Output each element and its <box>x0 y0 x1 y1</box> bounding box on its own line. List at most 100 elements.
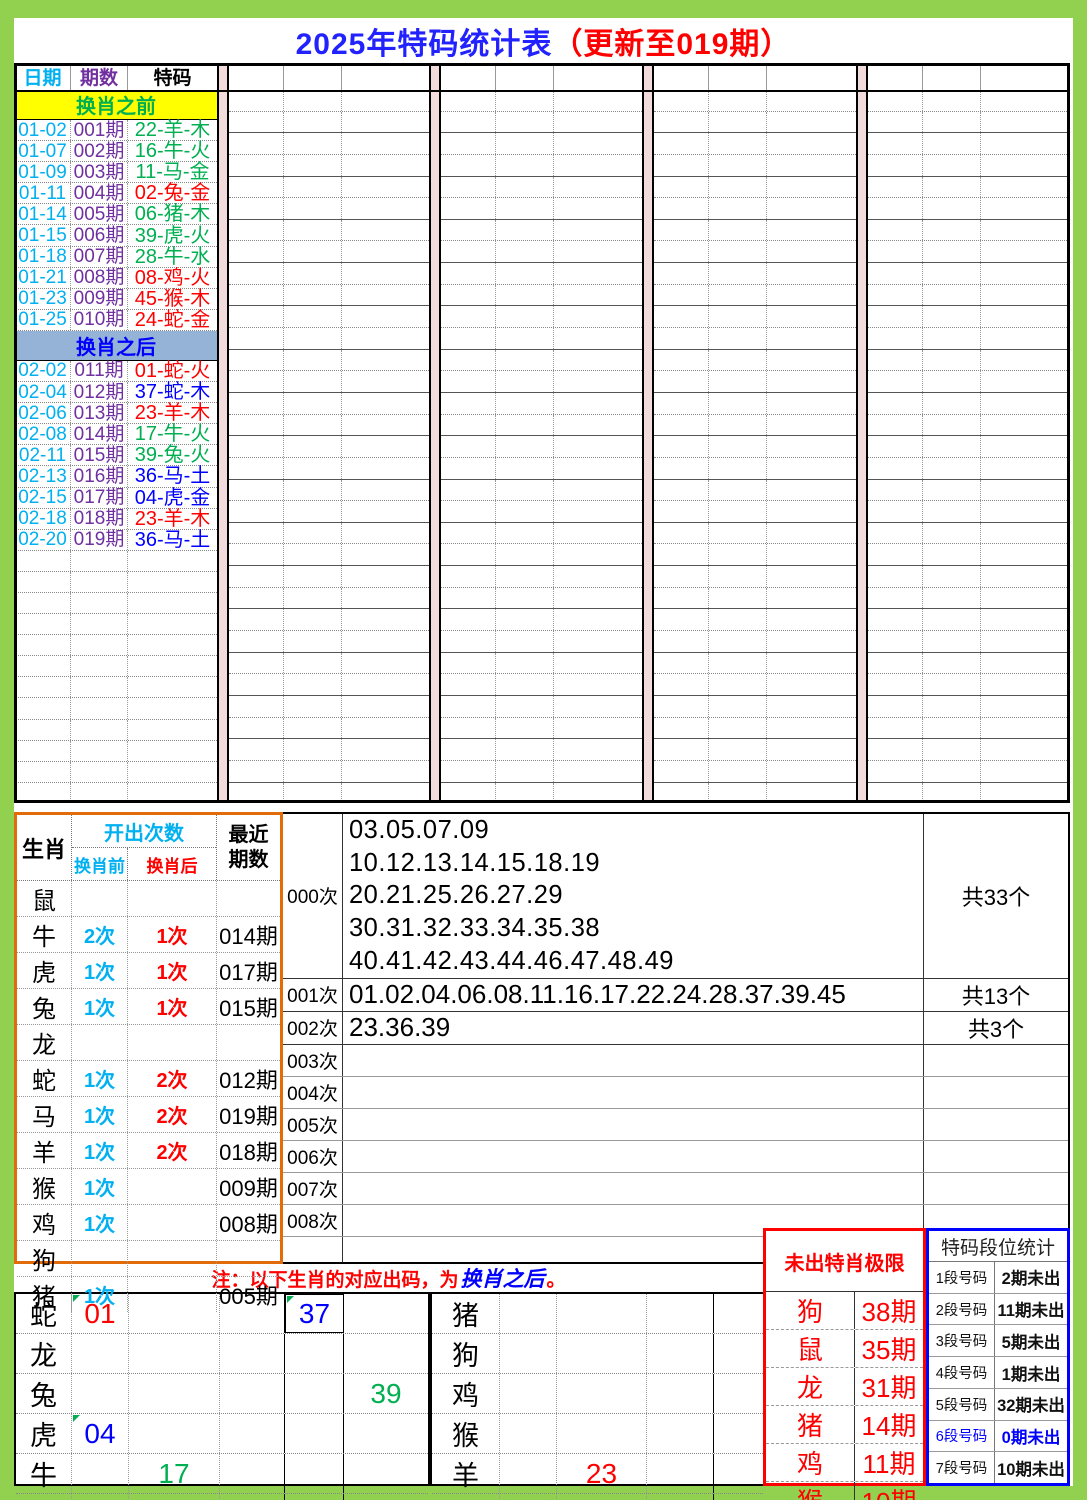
empty-cell <box>496 653 554 674</box>
empty-code-cell <box>344 1414 428 1453</box>
frequency-table: 000次03.05.07.0910.12.13.14.15.18.1920.21… <box>283 812 1070 1264</box>
empty-cell <box>923 436 981 457</box>
empty-cell <box>868 371 923 392</box>
limit-periods: 35期 <box>855 1330 923 1367</box>
zodiac-table-header: 生肖 开出次数 换肖前 换肖后 最近期数 <box>17 815 280 881</box>
empty-cell <box>284 609 342 630</box>
empty-cell <box>284 393 342 414</box>
empty-row <box>229 350 429 372</box>
zodiac-name: 羊 <box>432 1454 500 1493</box>
draw-date: 02-15 <box>15 488 71 508</box>
empty-row <box>654 696 856 718</box>
empty-cell <box>554 566 642 587</box>
empty-cell <box>229 674 284 695</box>
empty-cell <box>554 241 642 262</box>
empty-code-cell <box>557 1374 647 1413</box>
empty-cell <box>554 696 642 717</box>
count-before-change <box>72 1025 128 1060</box>
empty-column-header <box>923 63 981 90</box>
empty-cell <box>767 90 856 111</box>
empty-cell <box>229 609 284 630</box>
empty-cell <box>441 90 496 111</box>
empty-code-cell <box>647 1334 714 1373</box>
zodiac-row: 虎1次1次017期 <box>17 953 280 989</box>
empty-cell <box>709 631 767 652</box>
empty-row <box>654 566 856 588</box>
segment-value: 1期未出 <box>995 1357 1067 1388</box>
zodiac-row: 猪1次005期 <box>17 1277 280 1312</box>
empty-cell <box>767 458 856 479</box>
count-before-change: 1次 <box>72 1277 128 1312</box>
empty-cell <box>767 501 856 522</box>
empty-cell <box>981 328 1069 349</box>
empty-row <box>441 350 642 372</box>
empty-code-cell <box>129 1374 220 1413</box>
empty-cell <box>496 544 554 565</box>
count-after-change <box>128 1205 217 1240</box>
empty-cell <box>654 133 709 154</box>
count-after-change: 2次 <box>128 1097 217 1132</box>
empty-cell <box>496 761 554 782</box>
draw-row: 02-08014期17-牛-火 <box>15 424 217 445</box>
draw-period: 002期 <box>71 141 128 161</box>
empty-cell <box>709 609 767 630</box>
empty-cell <box>441 133 496 154</box>
empty-cell <box>284 501 342 522</box>
frequency-total <box>924 1141 1068 1172</box>
empty-cell <box>284 112 342 133</box>
empty-cell <box>496 328 554 349</box>
group-rows <box>868 90 1069 803</box>
empty-cell <box>554 501 642 522</box>
empty-code-cell <box>557 1494 647 1500</box>
code-value-cell: 39 <box>344 1374 428 1413</box>
empty-cell <box>654 544 709 565</box>
empty-cell <box>496 783 554 804</box>
draw-row: 02-18018期23-羊-木 <box>15 509 217 530</box>
empty-cell <box>284 415 342 436</box>
empty-cell <box>342 544 429 565</box>
empty-cell <box>441 609 496 630</box>
code-value-cell: 37 <box>285 1294 344 1333</box>
zodiac-name: 猴 <box>432 1414 500 1453</box>
empty-cell <box>229 588 284 609</box>
empty-cell <box>868 306 923 327</box>
empty-cell <box>284 90 342 111</box>
empty-cell <box>923 674 981 695</box>
empty-row <box>654 350 856 372</box>
empty-cell <box>767 328 856 349</box>
empty-cell <box>767 631 856 652</box>
empty-row <box>441 112 642 134</box>
empty-cell <box>342 415 429 436</box>
empty-row <box>654 220 856 242</box>
empty-cell <box>868 718 923 739</box>
empty-cell <box>981 566 1069 587</box>
empty-cell <box>496 306 554 327</box>
empty-cell <box>342 198 429 219</box>
empty-code-cell <box>72 1494 129 1500</box>
empty-cell <box>868 566 923 587</box>
empty-code-cell <box>344 1454 428 1493</box>
empty-cell <box>709 480 767 501</box>
empty-cell <box>342 436 429 457</box>
empty-cell <box>554 523 642 544</box>
empty-row <box>229 306 429 328</box>
empty-row <box>15 614 217 635</box>
limit-zodiac: 鼠 <box>766 1330 855 1367</box>
empty-code-cell <box>500 1494 557 1500</box>
empty-cell <box>868 480 923 501</box>
code-row: 兔39 <box>16 1374 428 1414</box>
draw-row: 01-23009期45-猴-木 <box>15 289 217 310</box>
empty-cell <box>128 762 217 782</box>
empty-cell <box>441 544 496 565</box>
number-line: 10.12.13.14.15.18.19 <box>349 847 923 880</box>
empty-cell <box>342 761 429 782</box>
empty-cell <box>441 761 496 782</box>
zodiac-row: 鼠 <box>17 881 280 917</box>
empty-row <box>654 588 856 610</box>
count-after-change <box>128 1277 217 1312</box>
empty-code-cell <box>714 1334 763 1373</box>
frequency-label: 003次 <box>283 1045 343 1076</box>
empty-row <box>868 90 1069 112</box>
empty-cell <box>284 480 342 501</box>
empty-cell <box>709 350 767 371</box>
